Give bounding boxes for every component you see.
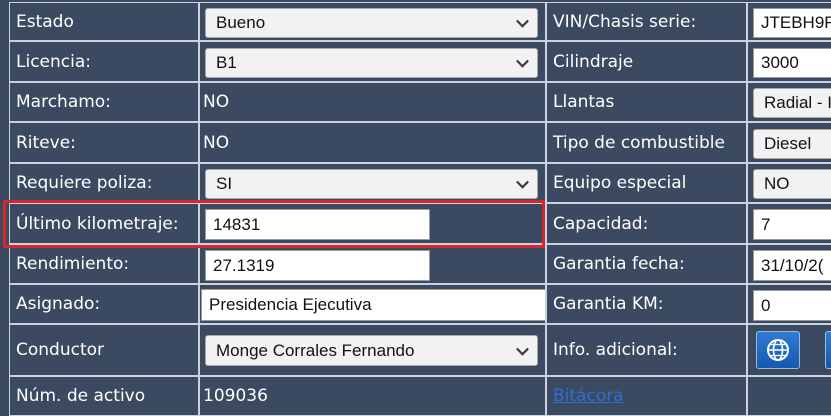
cilindraje-field[interactable]: 3000 <box>753 48 831 78</box>
info-globe-button[interactable] <box>756 331 800 369</box>
bitacora-cell: Bitácora <box>546 376 747 416</box>
label-asignado: Asignado: <box>9 284 199 324</box>
label-garantia-km: Garantia KM: <box>546 284 747 324</box>
asignado-field[interactable]: Presidencia Ejecutiva <box>201 289 545 321</box>
cilindraje-cell: 3000 <box>747 41 831 82</box>
vin-field[interactable]: JTEBH9F <box>753 8 831 38</box>
label-vin: VIN/Chasis serie: <box>546 2 747 41</box>
chevron-down-icon <box>516 14 529 28</box>
combustible-cell: Diesel <box>747 122 831 163</box>
riteve-value: NO <box>199 122 546 163</box>
asignado-cell: Presidencia Ejecutiva <box>199 284 546 324</box>
estado-select[interactable]: Bueno <box>205 8 538 38</box>
garantia-km-field[interactable]: 0 <box>753 290 831 321</box>
vin-cell: JTEBH9F <box>747 2 831 41</box>
label-marchamo: Marchamo: <box>9 82 199 122</box>
label-ultimo-kilometraje: Último kilometraje: <box>9 203 199 244</box>
llantas-select[interactable]: Radial - I <box>753 88 831 118</box>
label-llantas: Llantas <box>546 82 747 122</box>
kilometraje-field[interactable]: 14831 <box>205 209 430 240</box>
equipo-cell: NO <box>747 163 831 203</box>
label-rendimiento: Rendimiento: <box>9 244 199 284</box>
poliza-cell: SI <box>199 163 546 203</box>
garantia-km-cell: 0 <box>747 284 831 324</box>
label-num-activo: Núm. de activo <box>9 376 199 416</box>
licencia-cell: B1 <box>199 41 546 82</box>
conductor-cell: Monge Corrales Fernando <box>199 324 546 376</box>
licencia-select[interactable]: B1 <box>205 48 538 78</box>
chevron-down-icon <box>516 54 529 68</box>
poliza-select[interactable]: SI <box>205 169 538 199</box>
capacidad-field[interactable]: 7 <box>753 209 831 240</box>
label-tipo-combustible: Tipo de combustible <box>546 122 747 163</box>
garantia-fecha-cell: 31/10/2( <box>747 244 831 284</box>
secondary-button[interactable] <box>825 331 831 369</box>
vehicle-detail-grid: Estado Bueno VIN/Chasis serie: JTEBH9F L… <box>0 0 831 416</box>
combustible-select[interactable]: Diesel <box>753 129 831 159</box>
globe-icon <box>767 339 789 361</box>
bitacora-value-cell <box>747 376 831 416</box>
label-info-adicional: Info. adicional: <box>546 324 747 376</box>
label-equipo-especial: Equipo especial <box>546 163 747 203</box>
num-activo-value: 109036 <box>199 376 546 416</box>
label-estado: Estado <box>9 2 199 41</box>
kilometraje-cell: 14831 <box>199 203 546 244</box>
info-adicional-cell <box>747 324 831 376</box>
garantia-fecha-field[interactable]: 31/10/2( <box>753 250 831 281</box>
label-conductor: Conductor <box>9 324 199 376</box>
conductor-select[interactable]: Monge Corrales Fernando <box>205 335 538 366</box>
label-capacidad: Capacidad: <box>546 203 747 244</box>
label-requiere-poliza: Requiere poliza: <box>9 163 199 203</box>
rendimiento-cell: 27.1319 <box>199 244 546 284</box>
marchamo-value: NO <box>199 82 546 122</box>
label-licencia: Licencia: <box>9 41 199 82</box>
chevron-down-icon <box>516 175 529 189</box>
label-cilindraje: Cilindraje <box>546 41 747 82</box>
llantas-cell: Radial - I <box>747 82 831 122</box>
rendimiento-field[interactable]: 27.1319 <box>205 250 430 281</box>
label-riteve: Riteve: <box>9 122 199 163</box>
estado-cell: Bueno <box>199 2 546 41</box>
equipo-select[interactable]: NO <box>753 169 831 199</box>
bitacora-link[interactable]: Bitácora <box>553 386 624 406</box>
label-garantia-fecha: Garantia fecha: <box>546 244 747 284</box>
capacidad-cell: 7 <box>747 203 831 244</box>
chevron-down-icon <box>516 342 529 356</box>
